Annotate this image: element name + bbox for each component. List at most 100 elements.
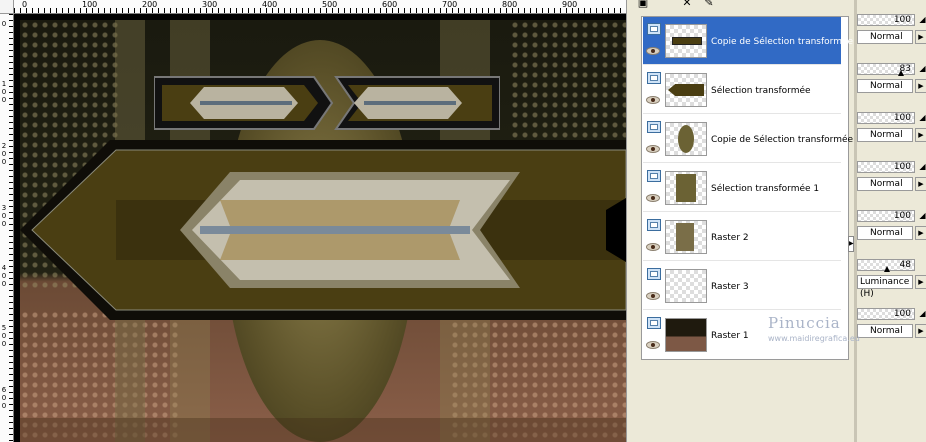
- layer-row[interactable]: Raster 3: [643, 262, 841, 310]
- layer-name: Raster 2: [711, 233, 749, 243]
- visibility-eye-icon[interactable]: [646, 292, 660, 300]
- layer-name: Sélection transformée: [711, 86, 811, 96]
- layer-name: Copie de Sélection transformée: [711, 37, 854, 47]
- layer-type-icon: [647, 72, 661, 84]
- ruler-left-label: 3 0 0: [1, 204, 7, 228]
- opacity-spin-icon[interactable]: ◢: [918, 161, 926, 173]
- layer-thumbnail: [665, 269, 707, 303]
- layer-props-row: 48 Luminance (H) ▶: [856, 257, 926, 305]
- opacity-value: 100: [893, 211, 911, 221]
- ruler-left: 0 1 0 0 2 0 0 3 0 0 4 0 0 5 0 0 6 0 0: [0, 14, 14, 442]
- layer-name: Raster 1: [711, 331, 749, 341]
- visibility-eye-icon[interactable]: [646, 243, 660, 251]
- image-canvas[interactable]: [20, 20, 626, 442]
- blend-dropdown-arrow-icon[interactable]: ▶: [915, 275, 926, 289]
- visibility-eye-icon[interactable]: [646, 47, 660, 55]
- blend-mode-select[interactable]: Normal: [857, 30, 913, 44]
- layer-props-row: 83 ◢ Normal ▶: [856, 61, 926, 109]
- layer-props-row: 100 ◢ Normal ▶: [856, 110, 926, 158]
- layer-type-icon: [647, 268, 661, 280]
- watermark-url: www.maidiregrafica.eu: [768, 334, 860, 343]
- layer-row[interactable]: Sélection transformée 1: [643, 164, 841, 212]
- layer-thumbnail: [665, 171, 707, 205]
- visibility-eye-icon[interactable]: [646, 145, 660, 153]
- layer-row[interactable]: Copie de Sélection transformée: [643, 17, 853, 65]
- layer-name: Copie de Sélection transformée: [711, 135, 854, 145]
- layer-props-row: 100 ◢ Normal ▶: [856, 159, 926, 207]
- opacity-marker-icon[interactable]: [898, 70, 904, 76]
- layer-thumbnail: [665, 318, 707, 352]
- ruler-left-label: 1 0 0: [1, 80, 7, 104]
- blend-dropdown-arrow-icon[interactable]: ▶: [915, 226, 926, 240]
- opacity-slider[interactable]: 100: [857, 112, 915, 124]
- blend-dropdown-arrow-icon[interactable]: ▶: [915, 128, 926, 142]
- opacity-spin-icon[interactable]: ◢: [918, 112, 926, 124]
- layer-type-icon: [647, 170, 661, 182]
- layer-thumbnail: [665, 73, 707, 107]
- layer-props-row: 100 ◢ Normal ▶: [856, 306, 926, 354]
- new-layer-icon[interactable]: ▣: [635, 0, 651, 10]
- layer-type-icon: [647, 317, 661, 329]
- ruler-left-ticks: [9, 14, 13, 442]
- layer-thumbnail: [665, 122, 707, 156]
- opacity-spin-icon[interactable]: ◢: [918, 308, 926, 320]
- layer-type-icon: [647, 121, 661, 133]
- blend-mode-select[interactable]: Normal: [857, 324, 913, 338]
- visibility-eye-icon[interactable]: [646, 96, 660, 104]
- layer-name: Sélection transformée 1: [711, 184, 820, 194]
- opacity-slider[interactable]: 83: [857, 63, 915, 76]
- layer-name: Raster 3: [711, 282, 749, 292]
- opacity-slider[interactable]: 100: [857, 308, 915, 320]
- blend-mode-select[interactable]: Normal: [857, 177, 913, 191]
- blend-mode-select[interactable]: Normal: [857, 226, 913, 240]
- layer-row[interactable]: Sélection transformée: [643, 66, 841, 114]
- opacity-value: 100: [893, 15, 911, 25]
- layer-properties: 100 ◢ Normal ▶ 83 ◢ Normal ▶ 100 ◢ Norma…: [856, 12, 926, 442]
- blend-dropdown-arrow-icon[interactable]: ▶: [915, 177, 926, 191]
- ruler-left-label: 5 0 0: [1, 324, 7, 348]
- ruler-top-ticks: [14, 8, 626, 13]
- ruler-left-label: 6 0 0: [1, 386, 7, 410]
- layer-thumbnail: [665, 220, 707, 254]
- opacity-spin-icon[interactable]: ◢: [918, 63, 926, 75]
- delete-layer-icon[interactable]: ✕: [679, 0, 695, 10]
- top-banner: [154, 76, 500, 130]
- opacity-spin-icon[interactable]: ◢: [918, 210, 926, 222]
- opacity-slider[interactable]: 48: [857, 259, 915, 272]
- layer-type-icon: [647, 219, 661, 231]
- blend-mode-select[interactable]: Normal: [857, 128, 913, 142]
- blend-dropdown-arrow-icon[interactable]: ▶: [915, 79, 926, 93]
- opacity-slider[interactable]: 100: [857, 14, 915, 26]
- visibility-eye-icon[interactable]: [646, 341, 660, 349]
- visibility-eye-icon[interactable]: [646, 194, 660, 202]
- layer-list: Copie de Sélection transformée Sélection…: [641, 16, 853, 360]
- opacity-value: 48: [899, 260, 911, 270]
- main-banner: [20, 140, 626, 320]
- layer-type-icon: [647, 23, 661, 35]
- layer-row[interactable]: Raster 2: [643, 213, 841, 261]
- ruler-left-label: 0: [1, 20, 7, 28]
- edit-icon[interactable]: ✎: [701, 0, 717, 10]
- layers-palette: ▣ ✕ ✎ Copie de Sélection transformée Sél…: [626, 0, 926, 442]
- blend-dropdown-arrow-icon[interactable]: ▶: [915, 30, 926, 44]
- opacity-value: 100: [893, 162, 911, 172]
- layer-row[interactable]: Copie de Sélection transformée: [643, 115, 853, 163]
- layer-props-row: 100 ◢ Normal ▶: [856, 208, 926, 256]
- opacity-spin-icon[interactable]: ◢: [918, 14, 926, 26]
- watermark-name: Pinuccia: [768, 314, 841, 332]
- blend-mode-select[interactable]: Normal: [857, 79, 913, 93]
- canvas-pane: 0 100 200 300 400 500 600 700 800 900 0 …: [0, 0, 626, 442]
- ruler-left-label: 2 0 0: [1, 142, 7, 166]
- opacity-value: 100: [893, 309, 911, 319]
- blend-dropdown-arrow-icon[interactable]: ▶: [915, 324, 926, 338]
- layer-toolbar: ▣ ✕ ✎: [627, 0, 926, 12]
- ruler-corner: [0, 0, 14, 14]
- blend-mode-select[interactable]: Luminance (H): [857, 275, 913, 299]
- layer-props-row: 100 ◢ Normal ▶: [856, 12, 926, 60]
- ruler-top: 0 100 200 300 400 500 600 700 800 900: [14, 0, 626, 14]
- opacity-slider[interactable]: 100: [857, 210, 915, 222]
- opacity-marker-icon[interactable]: [884, 266, 890, 272]
- ruler-left-label: 4 0 0: [1, 264, 7, 288]
- opacity-slider[interactable]: 100: [857, 161, 915, 173]
- bottom-shadow: [20, 418, 626, 442]
